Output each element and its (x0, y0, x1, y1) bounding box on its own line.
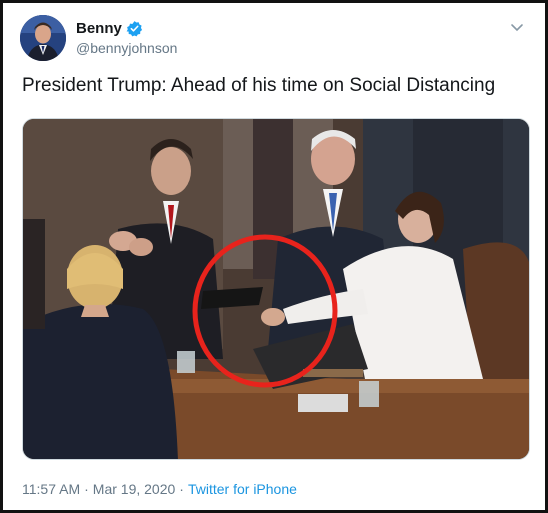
name-row: Benny (76, 18, 177, 38)
meta-separator: · (84, 481, 89, 497)
tweet-photo[interactable] (22, 118, 530, 460)
screenshot-frame: Benny @bennyjohnson President Trump: Ahe… (0, 0, 548, 513)
tweet-time[interactable]: 11:57 AM (22, 481, 80, 497)
tweet-meta: 11:57 AM · Mar 19, 2020 · Twitter for iPhone (22, 481, 297, 497)
tweet-date[interactable]: Mar 19, 2020 (93, 481, 176, 497)
avatar[interactable] (20, 15, 66, 61)
tweet-text: President Trump: Ahead of his time on So… (22, 75, 496, 96)
chevron-down-icon[interactable] (509, 19, 525, 35)
meta-separator: · (179, 481, 184, 497)
verified-badge-icon (126, 20, 143, 37)
author-block: Benny @bennyjohnson (76, 18, 177, 57)
display-name[interactable]: Benny (76, 20, 122, 37)
handle[interactable]: @bennyjohnson (76, 40, 177, 56)
tweet-card: Benny @bennyjohnson President Trump: Ahe… (3, 3, 545, 510)
tweet-source-link[interactable]: Twitter for iPhone (188, 481, 297, 497)
